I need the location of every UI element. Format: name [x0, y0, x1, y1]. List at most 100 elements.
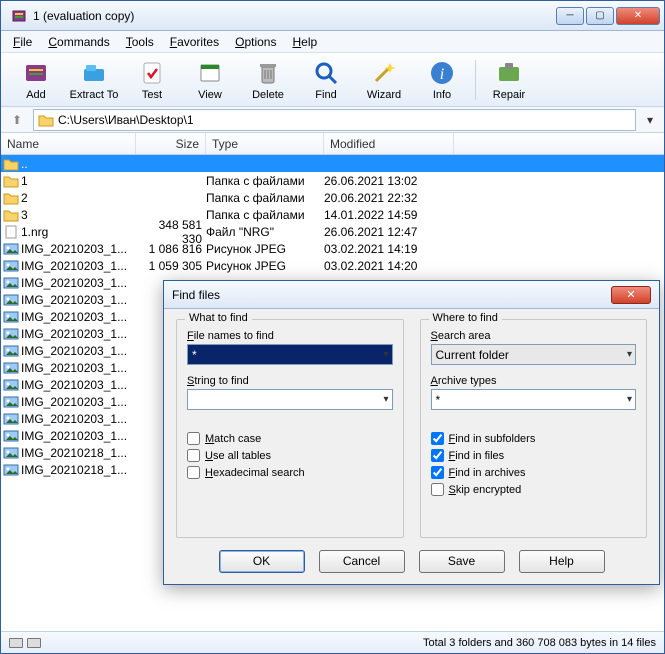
cell-modified: 20.06.2021 22:32: [324, 191, 454, 205]
path-dropdown[interactable]: ▾: [642, 113, 658, 127]
cell-type: Рисунок JPEG: [206, 242, 324, 256]
img-icon: [3, 428, 19, 444]
types-combo[interactable]: *: [431, 389, 637, 410]
toolbar: Add Extract To Test View Delete Find Wiz…: [1, 53, 664, 107]
titlebar: 1 (evaluation copy) ─ ▢ ✕: [1, 1, 664, 31]
list-row[interactable]: 1Папка с файлами26.06.2021 13:02: [1, 172, 664, 189]
cell-name: IMG_20210203_1...: [21, 429, 136, 443]
status-icon: [9, 638, 23, 648]
help-button[interactable]: Help: [519, 550, 605, 573]
folder-icon: [3, 190, 19, 206]
cell-name: IMG_20210203_1...: [21, 361, 136, 375]
list-row[interactable]: 3Папка с файлами14.01.2022 14:59: [1, 206, 664, 223]
maximize-button[interactable]: ▢: [586, 7, 614, 25]
save-button[interactable]: Save: [419, 550, 505, 573]
col-modified[interactable]: Modified: [324, 133, 454, 154]
menu-options[interactable]: Options: [229, 33, 282, 51]
up-icon: [3, 156, 19, 172]
cell-modified: 26.06.2021 12:47: [324, 225, 454, 239]
cell-type: Файл "NRG": [206, 225, 324, 239]
cell-name: 1.nrg: [21, 225, 136, 239]
cell-name: 3: [21, 208, 136, 222]
menu-favorites[interactable]: Favorites: [164, 33, 225, 51]
view-button[interactable]: View: [181, 55, 239, 105]
dialog-buttons: OK Cancel Save Help: [164, 544, 659, 584]
path-text: C:\Users\Иван\Desktop\1: [58, 113, 194, 127]
svg-text:i: i: [440, 66, 444, 83]
col-name[interactable]: Name: [1, 133, 136, 154]
menubar: File Commands Tools Favorites Options He…: [1, 31, 664, 53]
string-combo[interactable]: [187, 389, 393, 410]
test-button[interactable]: Test: [123, 55, 181, 105]
string-label: String to find: [187, 375, 393, 387]
dialog-close-button[interactable]: ✕: [611, 286, 651, 304]
filenames-combo[interactable]: *: [187, 344, 393, 365]
cell-size: 1 086 816: [136, 242, 206, 256]
info-button[interactable]: iInfo: [413, 55, 471, 105]
col-size[interactable]: Size: [136, 133, 206, 154]
list-row[interactable]: 1.nrg348 581 330Файл "NRG"26.06.2021 12:…: [1, 223, 664, 240]
what-to-find-group: What to find File names to find * String…: [176, 319, 404, 538]
cell-name: IMG_20210203_1...: [21, 310, 136, 324]
img-icon: [3, 445, 19, 461]
find-button[interactable]: Find: [297, 55, 355, 105]
img-icon: [3, 258, 19, 274]
img-icon: [3, 343, 19, 359]
list-row[interactable]: IMG_20210203_1...1 086 816Рисунок JPEG03…: [1, 240, 664, 257]
archives-checkbox[interactable]: [431, 466, 444, 479]
match-case-checkbox[interactable]: [187, 432, 200, 445]
delete-button[interactable]: Delete: [239, 55, 297, 105]
statusbar: Total 3 folders and 360 708 083 bytes in…: [1, 631, 664, 653]
skip-checkbox[interactable]: [431, 483, 444, 496]
cell-name: 1: [21, 174, 136, 188]
cell-modified: 03.02.2021 14:20: [324, 259, 454, 273]
menu-tools[interactable]: Tools: [120, 33, 160, 51]
cell-name: IMG_20210203_1...: [21, 259, 136, 273]
toolbar-separator: [475, 60, 476, 100]
img-icon: [3, 377, 19, 393]
pathbar: ⬆ C:\Users\Иван\Desktop\1 ▾: [1, 107, 664, 133]
area-combo[interactable]: Current folder: [431, 344, 637, 365]
img-icon: [3, 292, 19, 308]
cell-name: IMG_20210203_1...: [21, 327, 136, 341]
wizard-button[interactable]: Wizard: [355, 55, 413, 105]
repair-button[interactable]: Repair: [480, 55, 538, 105]
cell-name: IMG_20210218_1...: [21, 463, 136, 477]
path-input[interactable]: C:\Users\Иван\Desktop\1: [33, 109, 636, 131]
minimize-button[interactable]: ─: [556, 7, 584, 25]
window-title: 1 (evaluation copy): [33, 9, 556, 23]
extract-button[interactable]: Extract To: [65, 55, 123, 105]
list-row[interactable]: ..: [1, 155, 664, 172]
list-row[interactable]: 2 Папка с файлами20.06.2021 22:32: [1, 189, 664, 206]
list-row[interactable]: IMG_20210203_1...1 059 305Рисунок JPEG03…: [1, 257, 664, 274]
hex-checkbox[interactable]: [187, 466, 200, 479]
cell-name: IMG_20210203_1...: [21, 293, 136, 307]
cell-name: IMG_20210203_1...: [21, 378, 136, 392]
app-icon: [11, 8, 27, 24]
cell-name: ..: [21, 157, 136, 171]
cell-name: 2: [21, 191, 136, 205]
cell-modified: 14.01.2022 14:59: [324, 208, 454, 222]
cell-modified: 26.06.2021 13:02: [324, 174, 454, 188]
ok-button[interactable]: OK: [219, 550, 305, 573]
img-icon: [3, 326, 19, 342]
file-icon: [3, 224, 19, 240]
cancel-button[interactable]: Cancel: [319, 550, 405, 573]
cell-modified: 03.02.2021 14:19: [324, 242, 454, 256]
use-tables-checkbox[interactable]: [187, 449, 200, 462]
up-button[interactable]: ⬆: [7, 110, 27, 130]
folder-icon: [3, 207, 19, 223]
area-label: Search area: [431, 330, 637, 342]
img-icon: [3, 275, 19, 291]
add-button[interactable]: Add: [7, 55, 65, 105]
menu-help[interactable]: Help: [286, 33, 323, 51]
col-type[interactable]: Type: [206, 133, 324, 154]
img-icon: [3, 411, 19, 427]
cell-type: Папка с файлами: [206, 191, 324, 205]
subfolders-checkbox[interactable]: [431, 432, 444, 445]
files-checkbox[interactable]: [431, 449, 444, 462]
types-label: Archive types: [431, 375, 637, 387]
close-button[interactable]: ✕: [616, 7, 660, 25]
menu-commands[interactable]: Commands: [42, 33, 115, 51]
menu-file[interactable]: File: [7, 33, 38, 51]
